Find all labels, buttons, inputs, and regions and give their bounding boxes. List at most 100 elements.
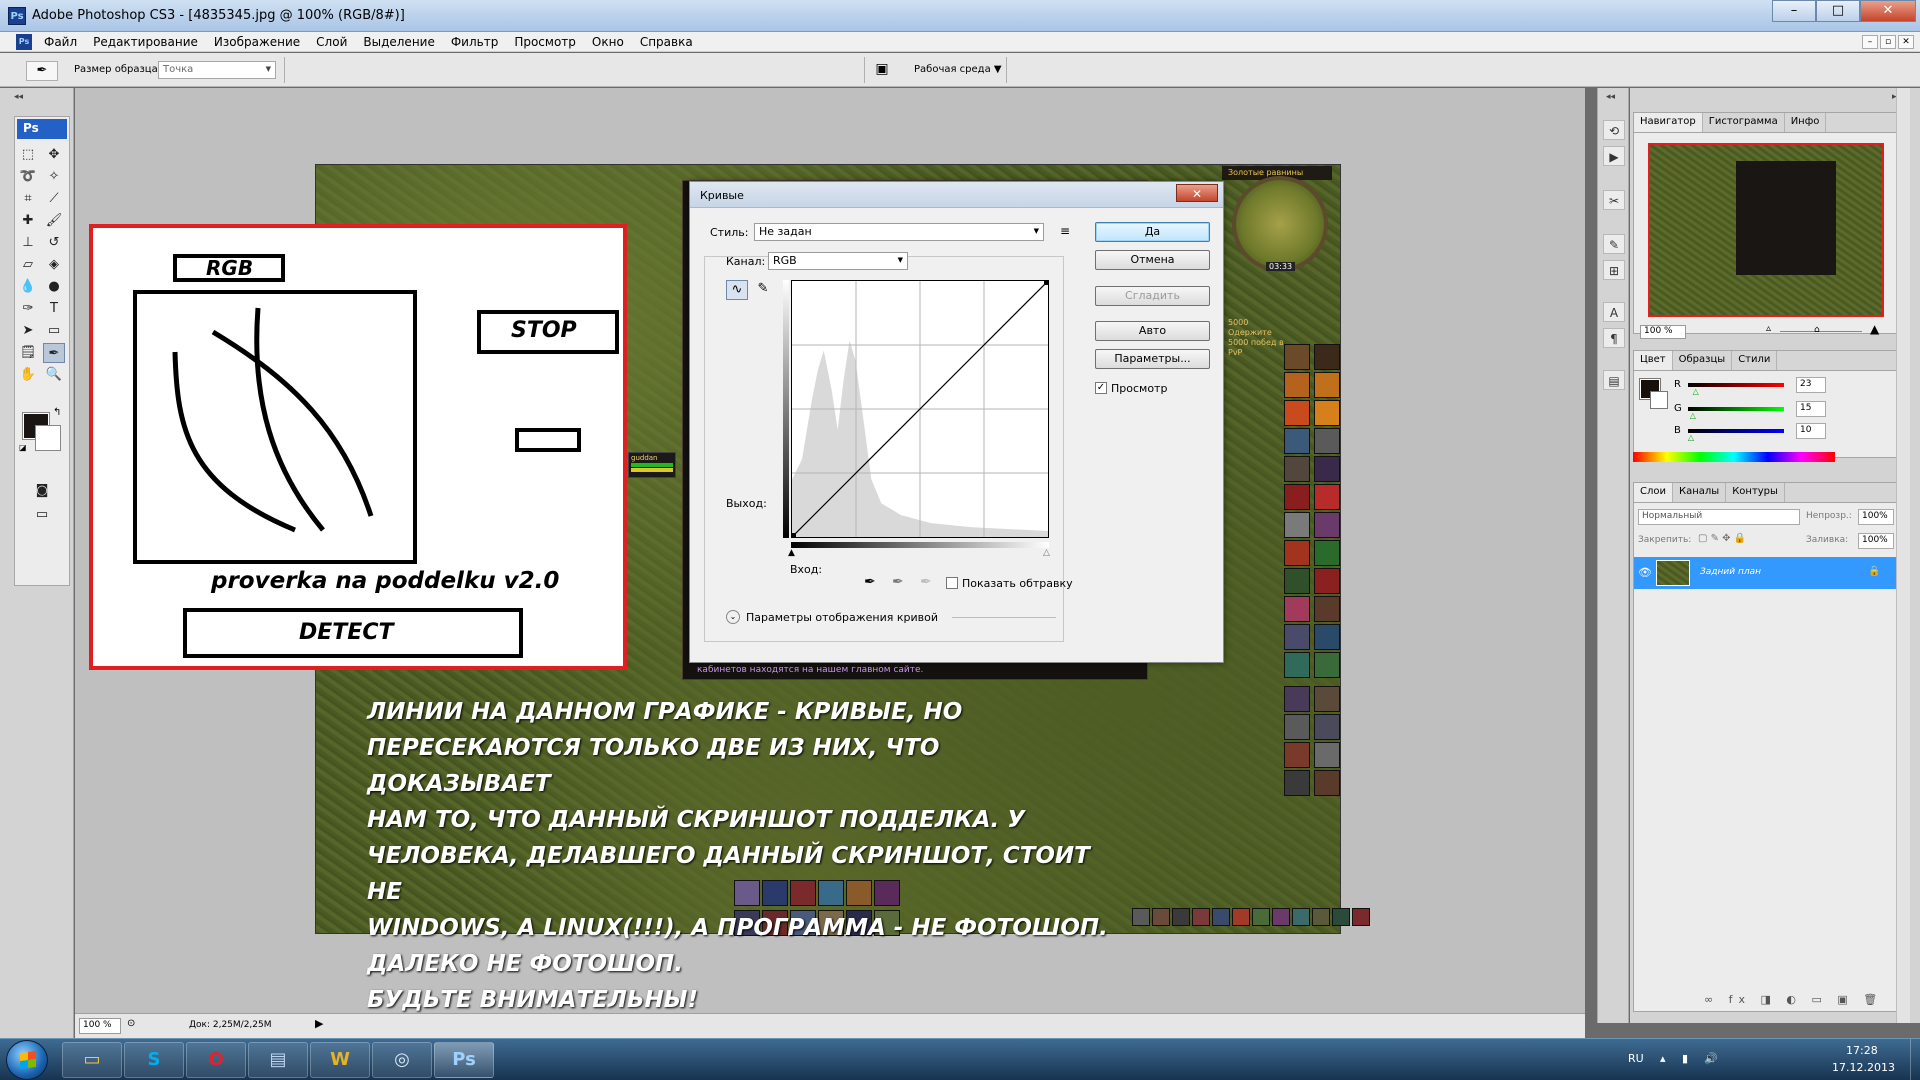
collapse-icon[interactable]: ◂◂ — [1606, 92, 1615, 102]
brushes-panel-icon[interactable]: ✎ — [1603, 234, 1625, 254]
tab-styles[interactable]: Стили — [1732, 351, 1778, 370]
paint-bucket-tool-icon[interactable]: ◈ — [43, 255, 65, 275]
background-color-swatch[interactable] — [35, 425, 61, 451]
options-button[interactable]: Параметры... — [1095, 349, 1210, 369]
zoom-out-icon[interactable]: ▵ — [1766, 323, 1771, 334]
zoom-field[interactable]: 100 % — [79, 1018, 121, 1034]
opera-taskbar-icon[interactable]: O — [186, 1042, 246, 1078]
menu-select[interactable]: Выделение — [355, 35, 442, 49]
clock-date[interactable]: 17.12.2013 — [1832, 1061, 1895, 1074]
show-desktop-button[interactable] — [1910, 1039, 1920, 1080]
path-selection-tool-icon[interactable]: ➤ — [17, 321, 39, 341]
zoom-tool-icon[interactable]: 🔍 — [43, 365, 65, 385]
dodge-tool-icon[interactable]: ● — [43, 277, 65, 297]
hand-tool-icon[interactable]: ✋ — [17, 365, 39, 385]
ok-button[interactable]: Да — [1095, 222, 1210, 242]
magic-wand-tool-icon[interactable]: ✧ — [43, 167, 65, 187]
black-point-slider[interactable]: ▲ — [788, 548, 795, 558]
marquee-tool-icon[interactable]: ⬚ — [17, 145, 39, 165]
quick-mask-icon[interactable]: ◙ — [31, 481, 53, 501]
crop-tool-icon[interactable]: ⌗ — [17, 189, 39, 209]
menu-window[interactable]: Окно — [584, 35, 632, 49]
curves-graph[interactable] — [791, 280, 1049, 538]
default-colors-icon[interactable]: ◪ — [19, 443, 27, 452]
battlenet-taskbar-icon[interactable]: ◎ — [372, 1042, 432, 1078]
minimize-button[interactable]: – — [1772, 0, 1816, 22]
tab-layers[interactable]: Слои — [1634, 483, 1673, 502]
eyedropper-preset-icon[interactable]: ✒ — [26, 61, 58, 81]
white-point-slider[interactable]: △ — [1043, 548, 1050, 558]
blur-tool-icon[interactable]: 💧 — [17, 277, 39, 297]
auto-button[interactable]: Авто — [1095, 321, 1210, 341]
network-icon[interactable]: ▮ — [1682, 1052, 1688, 1065]
style-menu-icon[interactable]: ≡ — [1060, 224, 1070, 238]
opacity-field[interactable]: 100% — [1858, 509, 1894, 525]
b-slider-track[interactable] — [1688, 429, 1784, 433]
tray-expand-icon[interactable]: ▴ — [1660, 1052, 1666, 1065]
r-slider-marker[interactable]: △ — [1693, 387, 1699, 396]
smooth-button[interactable]: Сгладить — [1095, 286, 1210, 306]
show-clipping-checkbox[interactable] — [946, 577, 958, 589]
notes-tool-icon[interactable]: 🗒 — [17, 343, 39, 363]
move-tool-icon[interactable]: ✥ — [43, 145, 65, 165]
layers-footer-icons[interactable]: ∞ fx ◨ ◐ ▭ ▣ 🗑 — [1704, 993, 1883, 1006]
tab-channels[interactable]: Каналы — [1673, 483, 1727, 502]
healing-brush-tool-icon[interactable]: ✚ — [17, 211, 39, 231]
maximize-button[interactable]: □ — [1816, 0, 1860, 22]
tab-navigator[interactable]: Навигатор — [1634, 113, 1703, 132]
wow-taskbar-icon[interactable]: W — [310, 1042, 370, 1078]
workspace-menu[interactable]: Рабочая среда ▼ — [914, 64, 1002, 75]
doc-close-button[interactable]: ✕ — [1898, 34, 1914, 49]
brush-tool-icon[interactable]: 🖌 — [43, 211, 65, 231]
type-tool-icon[interactable]: T — [43, 299, 65, 319]
menu-layer[interactable]: Слой — [308, 35, 355, 49]
history-panel-icon[interactable]: ⟲ — [1603, 120, 1625, 140]
curves-dialog-titlebar[interactable]: Кривые ✕ — [690, 182, 1223, 208]
r-slider-track[interactable] — [1688, 383, 1784, 387]
navigator-thumbnail[interactable] — [1648, 143, 1884, 317]
zoom-in-icon[interactable]: ▲ — [1870, 322, 1879, 336]
layer-comps-panel-icon[interactable]: ▤ — [1603, 370, 1625, 390]
color-bg-swatch[interactable] — [1650, 391, 1668, 409]
g-slider-track[interactable] — [1688, 407, 1784, 411]
channel-select[interactable]: RGB — [768, 252, 908, 270]
lock-icons[interactable]: ▢ ✎ ✥ 🔒 — [1698, 533, 1746, 544]
menu-filter[interactable]: Фильтр — [443, 35, 506, 49]
character-panel-icon[interactable]: A — [1603, 302, 1625, 322]
status-menu-arrow-icon[interactable]: ▶ — [315, 1017, 323, 1030]
clone-stamp-tool-icon[interactable]: ⊥ — [17, 233, 39, 253]
menu-help[interactable]: Справка — [632, 35, 701, 49]
start-button[interactable] — [6, 1040, 48, 1080]
zoom-icon[interactable]: ⊙ — [127, 1018, 135, 1029]
color-spectrum-bar[interactable] — [1633, 452, 1835, 462]
doc-restore-button[interactable]: ▫ — [1880, 34, 1896, 49]
explorer-taskbar-icon[interactable]: ▭ — [62, 1042, 122, 1078]
cancel-button[interactable]: Отмена — [1095, 250, 1210, 270]
clone-source-panel-icon[interactable]: ⊞ — [1603, 260, 1625, 280]
actions-panel-icon[interactable]: ▶ — [1603, 146, 1625, 166]
preview-checkbox[interactable]: ✓ — [1095, 382, 1107, 394]
bridge-icon[interactable]: ▣ — [870, 61, 894, 81]
eyedropper-tool-icon[interactable]: ✒ — [43, 343, 65, 363]
close-button[interactable]: ✕ — [1860, 0, 1916, 22]
volume-icon[interactable]: 🔊 — [1704, 1052, 1718, 1065]
tab-paths[interactable]: Контуры — [1726, 483, 1785, 502]
eraser-tool-icon[interactable]: ▱ — [17, 255, 39, 275]
doc-minimize-button[interactable]: – — [1862, 34, 1878, 49]
r-value[interactable]: 23 — [1796, 377, 1826, 393]
b-slider-marker[interactable]: △ — [1688, 433, 1694, 442]
lasso-tool-icon[interactable]: ➰ — [17, 167, 39, 187]
paragraph-panel-icon[interactable]: ¶ — [1603, 328, 1625, 348]
expand-chevron-icon[interactable]: ⌄ — [726, 610, 740, 624]
document-size[interactable]: Док: 2,25M/2,25M — [189, 1020, 272, 1030]
blend-mode-select[interactable]: Нормальный — [1638, 509, 1800, 525]
pencil-tool-icon[interactable]: ✎ — [752, 280, 774, 300]
gray-eyedropper-icon[interactable]: ✒ — [892, 574, 904, 590]
shape-tool-icon[interactable]: ▭ — [43, 321, 65, 341]
navigator-zoom-field[interactable]: 100 % — [1640, 325, 1686, 339]
white-eyedropper-icon[interactable]: ✒ — [920, 574, 932, 590]
tab-color[interactable]: Цвет — [1634, 351, 1673, 370]
sample-size-select[interactable]: Точка — [158, 61, 276, 79]
right-scrollbar[interactable] — [1896, 88, 1910, 1023]
history-brush-tool-icon[interactable]: ↺ — [43, 233, 65, 253]
